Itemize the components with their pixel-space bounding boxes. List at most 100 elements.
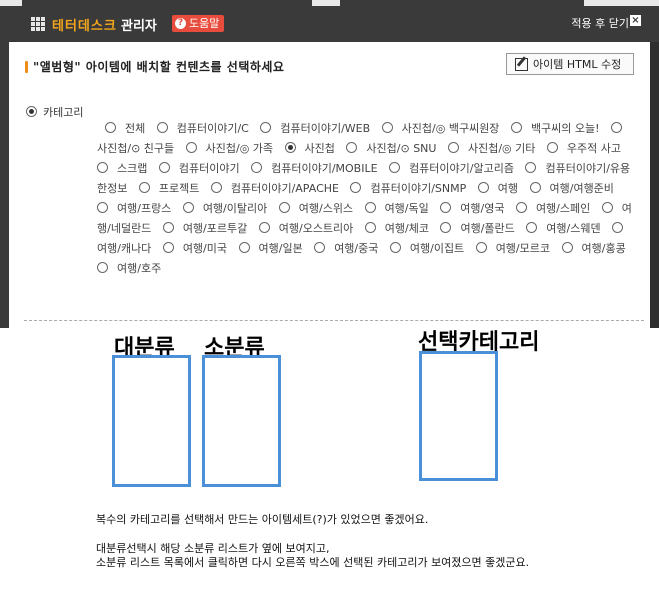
category-option[interactable]: 여행/포르투갈 [162, 222, 247, 235]
category-option[interactable]: 여행/미국 [162, 242, 227, 255]
radio-button[interactable] [525, 162, 537, 173]
category-option-label: 여행/영국 [460, 202, 505, 215]
minor-category-box[interactable] [202, 355, 281, 487]
category-option-label: 여행/스페인 [535, 202, 591, 215]
category-option[interactable]: 백구씨의 오늘! [510, 122, 600, 135]
apply-close-link[interactable]: 적용 후 닫기 [571, 15, 629, 31]
radio-button[interactable] [258, 222, 270, 233]
category-option[interactable]: 여행/여행준비 [529, 182, 614, 195]
category-option[interactable]: 전체 [105, 122, 145, 135]
category-option[interactable]: 우주적 사고 [546, 142, 621, 155]
radio-button[interactable] [97, 162, 108, 173]
radio-button[interactable] [314, 242, 326, 253]
category-option[interactable]: 컴퓨터이야기/SNMP [350, 182, 466, 195]
radio-button[interactable] [97, 262, 108, 273]
radio-button[interactable] [440, 222, 452, 233]
major-category-box[interactable] [112, 355, 191, 487]
scrollbar-edge[interactable] [650, 42, 659, 328]
category-option[interactable]: 사진첩/◎ 가족 [185, 142, 273, 155]
radio-button[interactable] [389, 162, 401, 173]
category-option-label: 백구씨의 오늘! [530, 122, 600, 135]
category-option[interactable]: 여행/일본 [238, 242, 303, 255]
category-option[interactable]: 여행/모르코 [475, 242, 550, 255]
category-option-label: 스크랩 [117, 162, 148, 175]
radio-button[interactable] [561, 242, 573, 253]
category-option-label: 컴퓨터이야기/WEB [280, 122, 371, 135]
category-option-label: 컴퓨터이야기/C [176, 122, 249, 135]
radio-button[interactable] [546, 142, 558, 153]
radio-button[interactable] [162, 222, 174, 233]
category-option[interactable]: 여행/스웨덴 [526, 222, 601, 235]
radio-button[interactable] [158, 162, 170, 173]
category-option[interactable]: 여행/프랑스 [97, 202, 171, 215]
radio-button[interactable] [381, 122, 393, 133]
category-option[interactable]: 여행 [477, 182, 518, 195]
radio-button[interactable] [284, 142, 296, 153]
category-option[interactable]: 여행/중국 [314, 242, 378, 255]
radio-button[interactable] [138, 182, 150, 193]
radio-button[interactable] [601, 202, 613, 213]
category-option-label: 컴퓨터이야기/SNMP [370, 182, 467, 195]
edit-html-button[interactable]: 아이템 HTML 수정 [506, 53, 634, 75]
radio-button[interactable] [350, 182, 362, 193]
category-option[interactable]: 여행/홍콩 [561, 242, 626, 255]
category-option[interactable]: 여행/스페인 [515, 202, 591, 215]
category-option[interactable]: 여행/영국 [440, 202, 504, 215]
radio-button[interactable] [185, 142, 197, 153]
category-option[interactable]: 프로젝트 [138, 182, 199, 195]
radio-button[interactable] [389, 242, 401, 253]
radio-button[interactable] [477, 182, 489, 193]
category-option[interactable]: 여행/스위스 [278, 202, 353, 215]
radio-button[interactable] [238, 242, 250, 253]
radio-button[interactable] [251, 162, 263, 173]
radio-button[interactable] [105, 122, 116, 133]
radio-button[interactable] [526, 222, 538, 233]
category-option-label: 컴퓨터이야기/APACHE [230, 182, 339, 195]
category-option[interactable]: 사진첩 [284, 142, 335, 155]
radio-button[interactable] [162, 242, 174, 253]
category-option[interactable]: 사진첩/◎ 백구씨원장 [381, 122, 499, 135]
category-option[interactable]: 스크랩 [97, 162, 147, 175]
category-option-list: 전체 컴퓨터이야기/C 컴퓨터이야기/WEB 사진첩/◎ 백구씨원장 백구씨의 … [97, 119, 635, 279]
radio-button[interactable] [346, 142, 358, 153]
category-option[interactable]: 여행/이집트 [389, 242, 464, 255]
close-icon[interactable]: × [630, 15, 641, 26]
radio-button[interactable] [26, 106, 37, 117]
radio-button[interactable] [440, 202, 452, 213]
help-button[interactable]: ? 도움말 [172, 15, 225, 32]
category-option[interactable]: 여행/체코 [364, 222, 429, 235]
help-label: 도움말 [189, 17, 220, 30]
category-option[interactable]: 컴퓨터이야기/WEB [260, 122, 370, 135]
radio-button[interactable] [97, 202, 108, 213]
radio-button[interactable] [364, 202, 376, 213]
category-option[interactable]: 컴퓨터이야기/C [156, 122, 249, 135]
radio-button[interactable] [278, 202, 290, 213]
radio-button[interactable] [447, 142, 459, 153]
category-root-option[interactable]: 카테고리 [26, 104, 83, 120]
category-option[interactable]: 여행/독일 [364, 202, 429, 215]
admin-title: 관리자 [121, 19, 157, 34]
category-option[interactable]: 컴퓨터이야기/알고리즘 [389, 162, 514, 175]
radio-button[interactable] [210, 182, 222, 193]
category-option[interactable]: 여행/오스트리아 [258, 222, 353, 235]
category-option[interactable]: 컴퓨터이야기 [158, 162, 240, 175]
radio-button[interactable] [260, 122, 272, 133]
radio-button[interactable] [515, 202, 527, 213]
radio-button[interactable] [612, 222, 624, 233]
radio-button[interactable] [475, 242, 487, 253]
radio-button[interactable] [510, 122, 522, 133]
category-option[interactable]: 사진첩/⊙ SNU [346, 142, 436, 155]
selected-category-box[interactable] [419, 351, 498, 481]
radio-button[interactable] [529, 182, 541, 193]
category-option[interactable]: 컴퓨터이야기/MOBILE [251, 162, 378, 175]
category-option[interactable]: 여행/호주 [97, 262, 161, 275]
category-option[interactable]: 컴퓨터이야기/APACHE [210, 182, 339, 195]
radio-button[interactable] [611, 122, 623, 133]
category-option[interactable]: 여행/폴란드 [440, 222, 515, 235]
category-option[interactable]: 여행/이탈리아 [182, 202, 267, 215]
category-option-label: 여행 [497, 182, 518, 195]
radio-button[interactable] [364, 222, 376, 233]
category-option[interactable]: 사진첩/◎ 기타 [447, 142, 535, 155]
radio-button[interactable] [182, 202, 194, 213]
radio-button[interactable] [156, 122, 168, 133]
